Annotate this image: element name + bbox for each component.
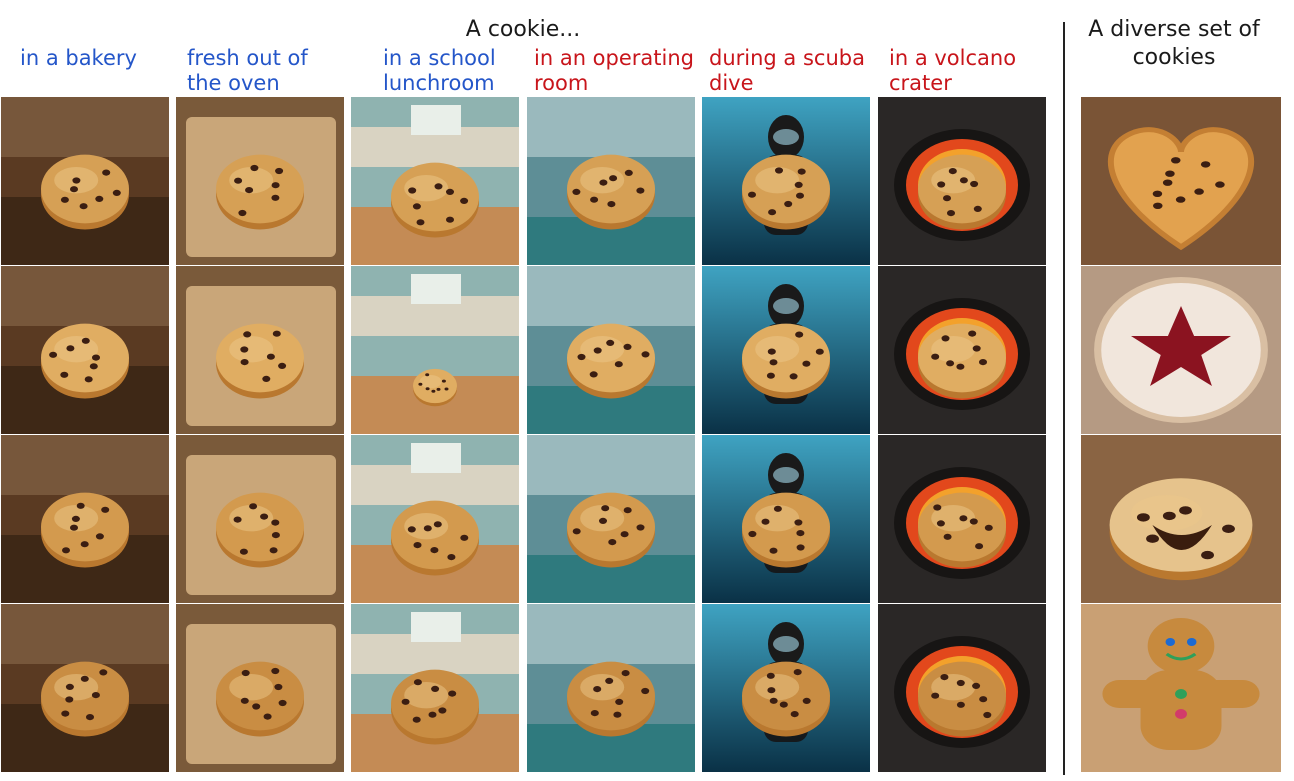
column-label-volcano: in a volcano crater	[889, 46, 1017, 96]
cookie-image-volcano-4	[878, 604, 1046, 772]
cookie-image-operating-4	[527, 604, 695, 772]
cookie-image-operating-3	[527, 435, 695, 603]
star-jam-linzer-cookie-image	[1081, 266, 1281, 434]
side-title: A diverse set of cookies	[1088, 17, 1260, 70]
column-label-operating: in an operating room	[534, 46, 694, 96]
cookie-image-operating-1	[527, 97, 695, 265]
cookie-image-scuba-3	[702, 435, 870, 603]
heart-raisin-cookie-image	[1081, 97, 1281, 265]
cookie-image-bakery-1	[1, 97, 169, 265]
cookie-image-oven-4	[176, 604, 344, 772]
cookie-image-scuba-4	[702, 604, 870, 772]
chocolate-lava-cookie-image	[1081, 435, 1281, 603]
cookie-image-oven-1	[176, 97, 344, 265]
column-label-bakery: in a bakery	[20, 46, 137, 70]
gingerbread-man-cookie-image	[1081, 604, 1281, 772]
column-label-school: in a school lunchroom	[383, 46, 496, 96]
cookie-image-school-2	[351, 266, 519, 434]
cookie-image-school-3	[351, 435, 519, 603]
cookie-image-school-4	[351, 604, 519, 772]
cookie-image-volcano-2	[878, 266, 1046, 434]
cookie-image-oven-3	[176, 435, 344, 603]
divider-line	[1063, 22, 1065, 775]
column-label-oven: fresh out of the oven	[187, 46, 308, 96]
cookie-image-bakery-3	[1, 435, 169, 603]
cookie-image-scuba-2	[702, 266, 870, 434]
cookie-image-operating-2	[527, 266, 695, 434]
cookie-image-oven-2	[176, 266, 344, 434]
cookie-image-school-1	[351, 97, 519, 265]
cookie-image-bakery-2	[1, 266, 169, 434]
main-title: A cookie...	[465, 17, 581, 42]
cookie-image-volcano-1	[878, 97, 1046, 265]
column-label-scuba: during a scuba dive	[709, 46, 865, 96]
cookie-image-bakery-4	[1, 604, 169, 772]
cookie-image-volcano-3	[878, 435, 1046, 603]
cookie-image-scuba-1	[702, 97, 870, 265]
